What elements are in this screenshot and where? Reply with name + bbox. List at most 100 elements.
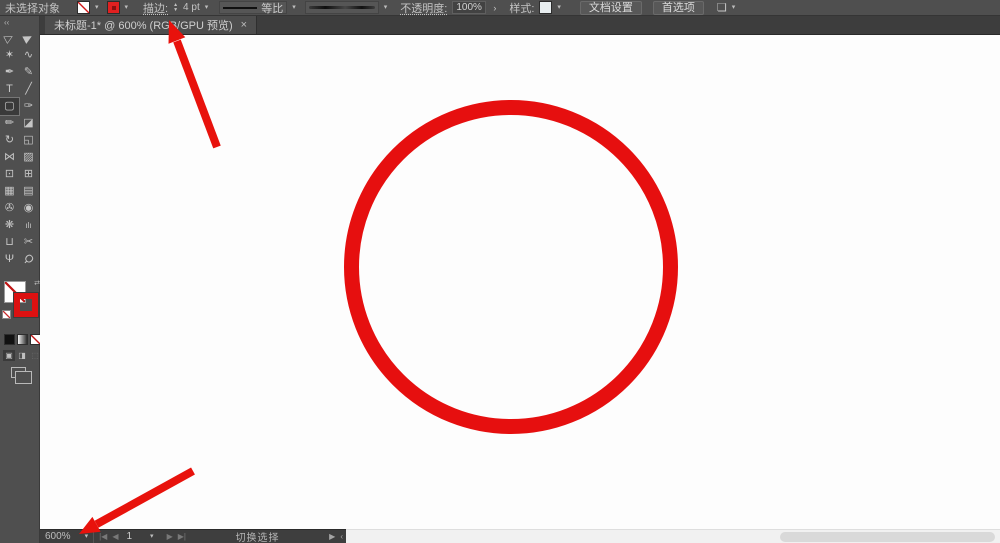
type-tool-icon: T (6, 83, 13, 95)
stroke-indicator-swatch[interactable] (14, 293, 38, 317)
blend-tool[interactable]: ◉ (19, 200, 38, 217)
width-profile-value: 等比 (261, 2, 284, 15)
arrange-documents-icon[interactable]: ❏ (717, 1, 727, 14)
opacity-label[interactable]: 不透明度: (400, 0, 447, 16)
type-tool[interactable]: T (0, 81, 19, 98)
pen-tool[interactable]: ✒ (0, 64, 19, 81)
zoom-level-chevron-icon[interactable]: ▾ (85, 529, 89, 543)
artboard-tool-icon: ⊔ (5, 236, 14, 248)
toolbar-collapse-icon[interactable]: ‹‹ (0, 16, 39, 27)
perspective-grid-tool[interactable]: ⊞ (19, 166, 38, 183)
fill-color-chevron-icon[interactable]: ▾ (95, 0, 99, 16)
artboard-number-field[interactable]: 1 (123, 531, 135, 542)
curvature-tool-icon: ✎ (23, 66, 34, 78)
style-chevron-icon[interactable]: ▾ (557, 0, 561, 16)
zoom-tool[interactable]: Ϙ (19, 251, 38, 268)
status-back-icon[interactable]: ‹ (340, 532, 343, 541)
curvature-tool[interactable]: ✎ (19, 64, 38, 81)
document-tab[interactable]: 未标题-1* @ 600% (RGB/GPU 预览) × (45, 16, 258, 34)
column-graph-tool[interactable]: ılı (19, 217, 38, 234)
gradient-mode-button[interactable] (17, 334, 28, 345)
default-fill-stroke-icon[interactable] (2, 310, 11, 319)
stepper-down-icon[interactable]: ▼ (173, 7, 178, 13)
zoom-level-dropdown[interactable]: 600% ▾ (43, 529, 95, 543)
free-transform-tool[interactable]: ▨ (19, 149, 38, 166)
next-artboard-icon[interactable]: ▶ (167, 532, 173, 541)
width-profile-preview (223, 6, 258, 9)
screen-mode-button[interactable] (11, 367, 32, 384)
width-tool-icon: ⋈ (4, 151, 15, 163)
stroke-color-swatch[interactable] (106, 1, 120, 14)
line-segment-tool[interactable]: ╱ (19, 81, 38, 98)
stroke-panel-label[interactable]: 描边: (143, 0, 168, 16)
document-tab-bar: 未标题-1* @ 600% (RGB/GPU 预览) × (40, 16, 1000, 35)
selection-tool[interactable]: ▷ (0, 30, 19, 47)
slice-tool-icon: ✂ (23, 236, 34, 248)
slice-tool[interactable]: ✂ (19, 234, 38, 251)
document-setup-button[interactable]: 文档设置 (579, 0, 642, 15)
first-artboard-icon[interactable]: |◀ (99, 532, 107, 541)
draw-behind-button[interactable]: ◨ (16, 350, 28, 361)
magic-wand-tool[interactable]: ✶ (0, 47, 19, 64)
opacity-more-button[interactable]: › (491, 3, 498, 13)
zoom-level-value: 600% (45, 531, 71, 542)
eyedropper-tool[interactable]: ✇ (0, 200, 19, 217)
paintbrush-tool-icon: ✑ (23, 100, 34, 112)
horizontal-scrollbar[interactable] (346, 529, 1000, 543)
stroke-weight-chevron-icon[interactable]: ▾ (205, 0, 209, 16)
eraser-tool-icon: ◪ (23, 117, 34, 129)
artboard-chevron-icon[interactable]: ▾ (150, 529, 154, 543)
last-artboard-icon[interactable]: ▶| (178, 532, 186, 541)
red-circle-shape[interactable] (344, 100, 678, 434)
brush-definition-dropdown[interactable] (304, 1, 379, 14)
brush-definition-preview (308, 6, 375, 9)
tab-close-icon[interactable]: × (241, 19, 247, 31)
arrange-documents-chevron-icon[interactable]: ▾ (732, 0, 736, 16)
lasso-tool[interactable]: ∿ (19, 47, 38, 64)
status-bar: 600% ▾ |◀ ◀ 1 ▾ ▶ ▶| 切换选择 ▶ ‹ (40, 529, 346, 543)
eraser-tool[interactable]: ◪ (19, 115, 38, 132)
status-flyout-icon[interactable]: ▶ (329, 532, 335, 541)
gradient-tool[interactable]: ▤ (19, 183, 38, 200)
eyedropper-tool-icon: ✇ (4, 202, 15, 214)
pen-tool-icon: ✒ (4, 66, 15, 78)
fill-color-swatch[interactable] (77, 1, 90, 14)
direct-selection-tool-icon: ▶ (21, 30, 35, 46)
scale-tool[interactable]: ◱ (19, 132, 38, 149)
hand-tool[interactable]: Ψ (0, 251, 19, 268)
paintbrush-tool[interactable]: ✑ (19, 98, 38, 115)
stroke-color-chevron-icon[interactable]: ▾ (125, 0, 129, 16)
width-profile-dropdown[interactable]: 等比 (219, 1, 288, 15)
shape-builder-tool-icon: ⊡ (4, 168, 15, 180)
style-swatch[interactable] (539, 1, 553, 14)
symbol-sprayer-tool[interactable]: ❋ (0, 217, 19, 234)
color-mode-button[interactable] (4, 334, 15, 345)
prev-artboard-icon[interactable]: ◀ (112, 532, 118, 541)
direct-selection-tool[interactable]: ▶ (19, 30, 38, 47)
illustrator-window: 未选择对象 ▾ ▾ 描边: ▲ ▼ 4 pt ▾ 等比 ▾ ▾ 不透明度: 10… (0, 0, 1000, 543)
blend-tool-icon: ◉ (23, 202, 34, 214)
stroke-weight-stepper[interactable]: ▲ ▼ (173, 1, 178, 15)
rotate-tool[interactable]: ↻ (0, 132, 19, 149)
brush-definition-chevron-icon[interactable]: ▾ (384, 0, 388, 16)
preferences-button[interactable]: 首选项 (652, 0, 704, 15)
width-tool[interactable]: ⋈ (0, 149, 19, 166)
mesh-tool[interactable]: ▦ (0, 183, 19, 200)
symbol-sprayer-tool-icon: ❋ (4, 219, 15, 231)
draw-normal-button[interactable]: ▣ (3, 350, 15, 361)
canvas-area[interactable] (40, 35, 1000, 529)
shape-builder-tool[interactable]: ⊡ (0, 166, 19, 183)
artboard-tool[interactable]: ⊔ (0, 234, 19, 251)
rectangle-tool[interactable]: ▢ (0, 97, 20, 116)
lasso-tool-icon: ∿ (23, 49, 34, 61)
stroke-weight-value[interactable]: 4 pt (183, 2, 200, 13)
horizontal-scrollbar-thumb[interactable] (780, 532, 995, 542)
control-bar: 未选择对象 ▾ ▾ 描边: ▲ ▼ 4 pt ▾ 等比 ▾ ▾ 不透明度: 10… (0, 0, 1000, 16)
pencil-tool[interactable]: ✏ (0, 115, 19, 132)
magic-wand-tool-icon: ✶ (4, 49, 15, 61)
column-graph-tool-icon: ılı (25, 221, 32, 230)
opacity-input[interactable]: 100% (452, 1, 487, 14)
tool-grid: ▷ ▶ ✶ ∿ ✒ ✎ T ╱ ▢ ✑ ✏ ◪ ↻ ◱ ⋈ ▨ ⊡ ⊞ ▦ ▤ ✇ ◉ ❋ ılı ⊔ ✂ Ψ Ϙ (0, 30, 39, 268)
width-profile-chevron-icon[interactable]: ▾ (292, 0, 296, 16)
rectangle-tool-icon: ▢ (4, 100, 15, 112)
